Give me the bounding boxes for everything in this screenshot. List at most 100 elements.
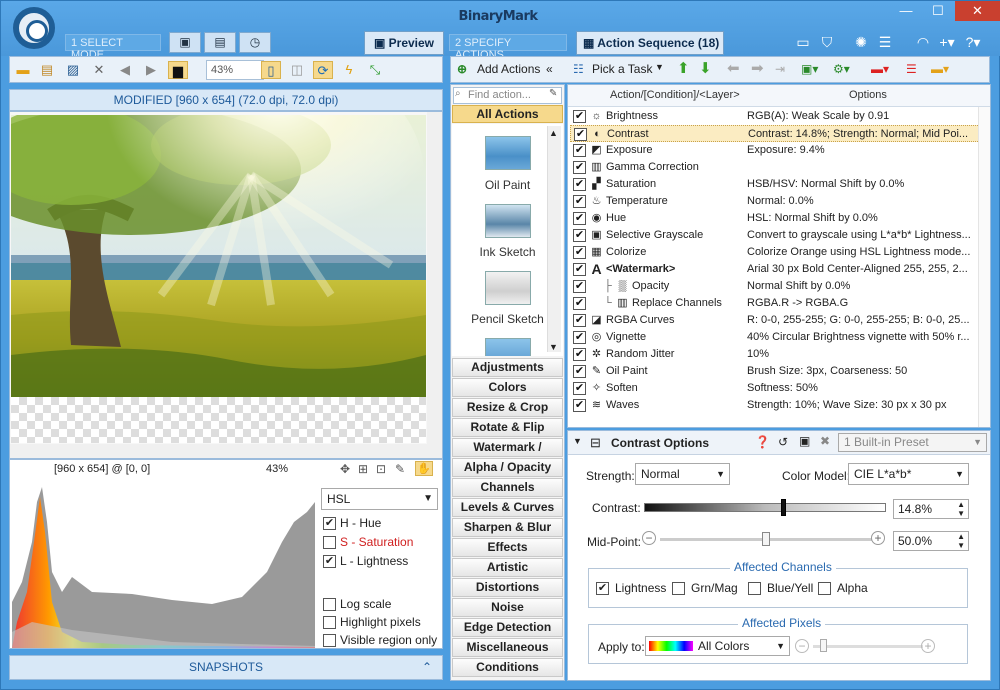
category-button[interactable]: Channels bbox=[452, 478, 563, 497]
category-button[interactable]: Levels & Curves bbox=[452, 498, 563, 517]
sequence-row[interactable]: ✔ ☼ Brightness RGB(A): Weak Scale by 0.91 bbox=[570, 108, 988, 125]
row-checkbox[interactable]: ✔ bbox=[573, 161, 586, 174]
channel-checkbox[interactable] bbox=[818, 582, 831, 595]
category-button[interactable]: Sharpen & Blur bbox=[452, 518, 563, 537]
increase-icon[interactable]: + bbox=[921, 639, 935, 653]
add-icon[interactable]: +▾ bbox=[937, 33, 957, 51]
color-model-select[interactable]: CIE L*a*b* ▼ bbox=[848, 463, 969, 485]
fit-window-icon[interactable]: ⊞ bbox=[358, 462, 368, 476]
tab-preview[interactable]: ▣ Preview bbox=[364, 31, 444, 55]
histogram-option-checkbox[interactable] bbox=[323, 634, 336, 647]
tools-icon[interactable]: ✕ bbox=[89, 61, 109, 79]
help-icon[interactable]: ❓ bbox=[755, 435, 770, 449]
step-select-mode[interactable]: 1 SELECT MODE bbox=[65, 34, 161, 61]
row-checkbox[interactable]: ✔ bbox=[573, 399, 586, 412]
sequence-row[interactable]: ✔ ≋ Waves Strength: 10%; Wave Size: 30 px x… bbox=[570, 397, 988, 414]
row-checkbox[interactable]: ✔ bbox=[573, 297, 586, 310]
open-folder-icon[interactable]: ▬ bbox=[13, 61, 33, 79]
thumbnail-scrollbar[interactable] bbox=[547, 126, 561, 352]
strength-select[interactable]: Normal ▼ bbox=[635, 463, 730, 485]
row-checkbox[interactable]: ✔ bbox=[573, 178, 586, 191]
find-action-input[interactable]: Find action... bbox=[453, 87, 562, 104]
move-down-icon[interactable]: ⬇ bbox=[699, 59, 712, 77]
increase-icon[interactable]: + bbox=[871, 531, 885, 545]
row-checkbox[interactable]: ✔ bbox=[573, 263, 586, 276]
mode-files-button[interactable]: ▣ bbox=[169, 32, 201, 53]
pick-task-button[interactable]: Pick a Task bbox=[592, 62, 652, 76]
sequence-row[interactable]: ✔ ▦ Colorize Colorize Orange using HSL Ligh… bbox=[570, 244, 988, 261]
image-icon[interactable]: ▨ bbox=[63, 61, 83, 79]
histogram-channel-checkbox[interactable]: ✔ bbox=[323, 517, 336, 530]
spinner-icon[interactable]: ▲ ▼ bbox=[957, 500, 965, 518]
split-view-icon[interactable]: ◫ bbox=[287, 61, 307, 79]
row-checkbox[interactable]: ✔ bbox=[573, 331, 586, 344]
forward-icon[interactable]: ▶ bbox=[141, 61, 161, 79]
sequence-row[interactable]: ✔ ✧ Soften Softness: 50% bbox=[570, 380, 988, 397]
oil-paint-thumbnail[interactable] bbox=[485, 136, 531, 170]
help-icon[interactable]: ?▾ bbox=[963, 33, 983, 51]
refresh-icon[interactable]: ⟳ bbox=[313, 61, 333, 79]
shield-icon[interactable]: ⛉ bbox=[817, 33, 837, 51]
row-checkbox[interactable]: ✔ bbox=[573, 246, 586, 259]
column-action[interactable]: Action/[Condition]/<Layer> bbox=[610, 89, 740, 101]
clear-search-icon[interactable]: ✎ bbox=[549, 88, 557, 99]
histogram-channel-checkbox[interactable] bbox=[323, 536, 336, 549]
category-button[interactable]: Edge Detection bbox=[452, 618, 563, 637]
collapse-icon[interactable]: « bbox=[546, 62, 553, 76]
category-button[interactable]: Resize & Crop bbox=[452, 398, 563, 417]
row-checkbox[interactable]: ✔ bbox=[573, 212, 586, 225]
scroll-down-icon[interactable]: ▼ bbox=[549, 342, 558, 352]
vertical-scrollbar[interactable] bbox=[427, 112, 442, 444]
move-right-icon[interactable]: ➡ bbox=[751, 59, 764, 77]
back-icon[interactable]: ◀ bbox=[115, 61, 135, 79]
scroll-up-icon[interactable]: ▲ bbox=[549, 128, 558, 138]
feed-icon[interactable]: ◠ bbox=[913, 33, 933, 51]
app-logo-icon[interactable] bbox=[13, 7, 55, 49]
folder-icon[interactable]: ▬▾ bbox=[931, 62, 949, 76]
settings-icon[interactable]: ⚙▾ bbox=[833, 62, 850, 76]
decrease-icon[interactable]: − bbox=[642, 531, 656, 545]
row-checkbox[interactable]: ✔ bbox=[573, 382, 586, 395]
category-button[interactable]: Artistic bbox=[452, 558, 563, 577]
reset-icon[interactable]: ↺ bbox=[778, 435, 788, 449]
indent-icon[interactable]: ⇥ bbox=[775, 62, 785, 76]
row-checkbox[interactable]: ✔ bbox=[573, 365, 586, 378]
preset-select[interactable]: 1 Built-in Preset ▼ bbox=[838, 433, 987, 452]
tab-action-sequence[interactable]: ▦ Action Sequence (18) bbox=[576, 31, 724, 55]
sequence-row[interactable]: ✔ A <Watermark> Arial 30 px Bold Center-Ali… bbox=[570, 261, 988, 278]
sequence-row[interactable]: ✔ ✎ Oil Paint Brush Size: 3px, Coarseness: … bbox=[570, 363, 988, 380]
row-checkbox[interactable]: ✔ bbox=[573, 314, 586, 327]
add-layer-icon[interactable]: ▣▾ bbox=[801, 62, 818, 76]
all-actions-header[interactable]: All Actions bbox=[452, 105, 563, 123]
pan-icon[interactable]: ✥ bbox=[340, 462, 350, 476]
image-preview[interactable] bbox=[9, 111, 443, 459]
collapse-arrow-icon[interactable]: ▼ bbox=[573, 436, 582, 446]
row-checkbox[interactable]: ✔ bbox=[573, 348, 586, 361]
category-button[interactable]: Miscellaneous bbox=[452, 638, 563, 657]
sequence-row[interactable]: ✔ ◩ Exposure Exposure: 9.4% bbox=[570, 142, 988, 159]
histogram-icon[interactable]: ▆ bbox=[168, 61, 188, 79]
lightning-icon[interactable]: ϟ bbox=[339, 61, 359, 79]
row-checkbox[interactable]: ✔ bbox=[573, 144, 586, 157]
midpoint-value-input[interactable]: 50.0% ▲ ▼ bbox=[893, 531, 969, 551]
fit-icon[interactable]: ⤡ bbox=[365, 61, 385, 79]
console-icon[interactable]: ▭ bbox=[793, 33, 813, 51]
category-button[interactable]: Alpha / Opacity bbox=[452, 458, 563, 477]
category-button[interactable]: Watermark / Overlay bbox=[452, 438, 563, 471]
sequence-row[interactable]: ✔ ▞ Saturation HSB/HSV: Normal Shift by 0.0… bbox=[570, 176, 988, 193]
row-checkbox[interactable]: ✔ bbox=[573, 110, 586, 123]
hand-icon[interactable]: ✋ bbox=[415, 461, 433, 476]
zoom-select[interactable]: 43% bbox=[206, 60, 264, 80]
contrast-slider-thumb[interactable] bbox=[780, 499, 786, 516]
row-checkbox[interactable]: ✔ bbox=[573, 280, 586, 293]
mode-folder-button[interactable]: ▤ bbox=[204, 32, 236, 53]
sequence-row[interactable]: ✔ ▥ Gamma Correction bbox=[570, 159, 988, 176]
single-view-icon[interactable]: ▯ bbox=[261, 61, 281, 79]
mode-schedule-button[interactable]: ◷ bbox=[239, 32, 271, 53]
category-button[interactable]: Effects bbox=[452, 538, 563, 557]
sequence-row[interactable]: ✔ ✲ Random Jitter 10% bbox=[570, 346, 988, 363]
sequence-scrollbar[interactable] bbox=[978, 107, 990, 427]
category-button[interactable]: Conditions bbox=[452, 658, 563, 677]
sequence-row[interactable]: ✔ ◎ Vignette 40% Circular Brightness vignet… bbox=[570, 329, 988, 346]
pencil-sketch-thumbnail[interactable] bbox=[485, 271, 531, 305]
